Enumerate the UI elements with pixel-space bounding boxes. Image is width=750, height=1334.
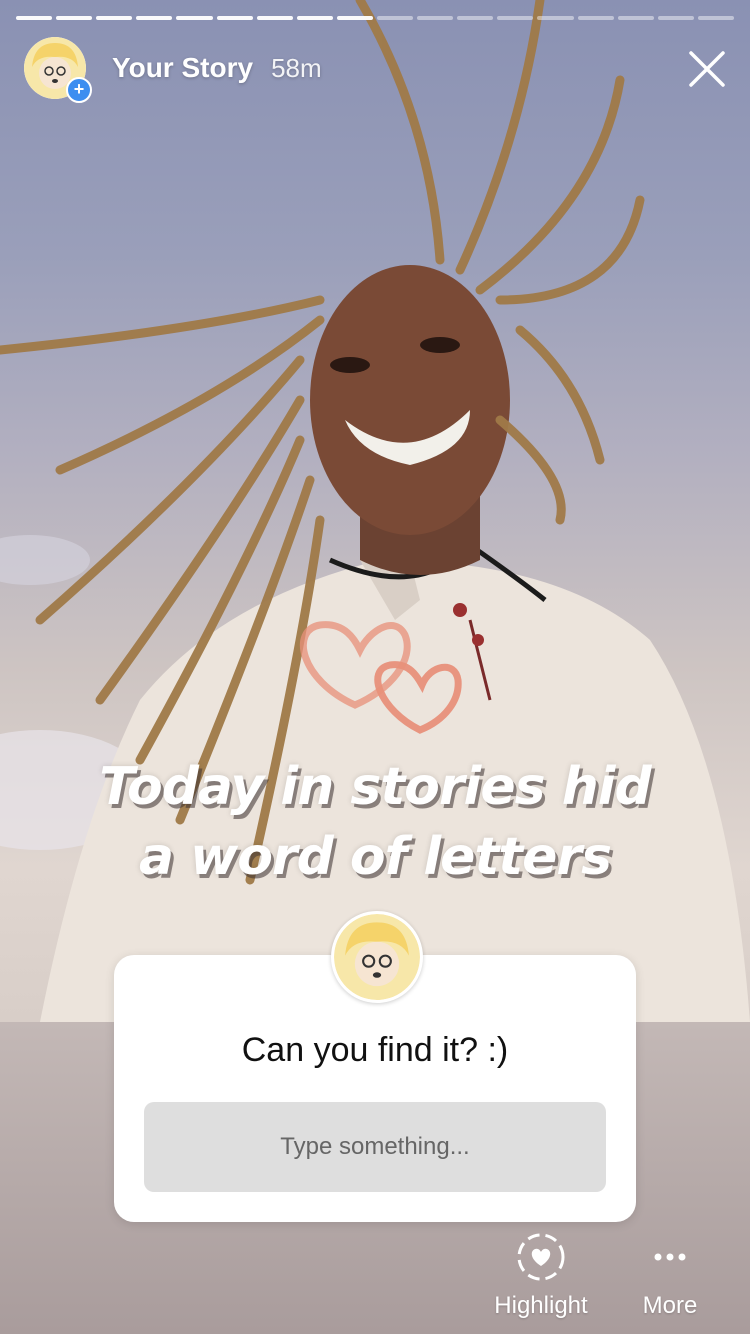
progress-segment [16, 16, 53, 20]
progress-segment [497, 16, 534, 20]
story-progress-bar [16, 16, 734, 20]
caption-line-2: a word of letters [138, 827, 612, 887]
caption-line-1: Today in stories hid [99, 757, 652, 817]
add-story-badge-icon[interactable]: + [66, 77, 92, 103]
highlight-label: Highlight [494, 1292, 588, 1319]
progress-segment [577, 16, 614, 20]
progress-segment [657, 16, 694, 20]
more-button[interactable]: More [630, 1232, 710, 1320]
story-header: + Your Story 58m [24, 36, 726, 103]
progress-segment [537, 16, 574, 20]
progress-segment [457, 16, 494, 20]
story-time: 58m [271, 52, 322, 83]
progress-segment [56, 16, 93, 20]
avatar[interactable]: + [24, 37, 92, 103]
progress-segment [216, 16, 253, 20]
answer-input[interactable]: Type something... [144, 1102, 606, 1192]
more-dots-icon [654, 1253, 686, 1261]
question-text: Can you find it? :) [241, 1031, 509, 1069]
avatar-face-icon [334, 914, 420, 1000]
question-avatar [331, 911, 423, 1003]
progress-segment [376, 16, 414, 20]
progress-segment [176, 16, 213, 20]
progress-segment [617, 16, 654, 20]
progress-segment [417, 16, 454, 20]
progress-segment [96, 16, 133, 20]
highlight-button[interactable]: Highlight [488, 1232, 594, 1320]
highlight-heart-icon [517, 1233, 565, 1281]
progress-segment [296, 16, 333, 20]
story-username[interactable]: Your Story [112, 52, 253, 84]
close-icon[interactable] [688, 50, 726, 88]
progress-segment [256, 16, 293, 20]
more-label: More [642, 1292, 698, 1319]
progress-segment [336, 16, 373, 20]
story-caption: Today in stories hid a word of letters [0, 752, 750, 892]
progress-segment [136, 16, 173, 20]
progress-segment [697, 16, 734, 20]
